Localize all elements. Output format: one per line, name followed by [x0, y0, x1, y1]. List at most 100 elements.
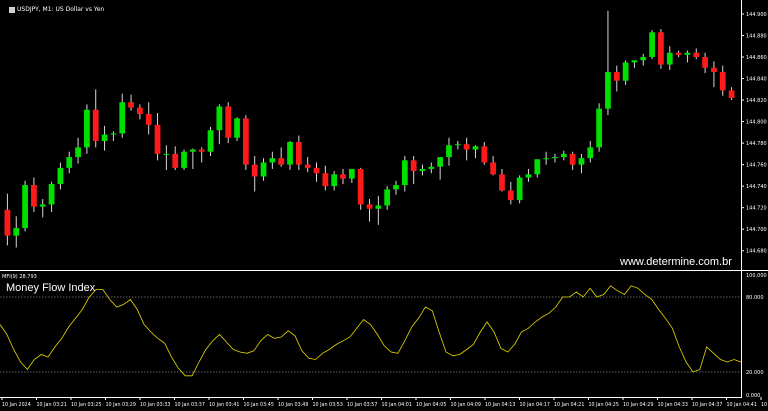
- candle-bear: [675, 52, 682, 55]
- price-tick-label: 144.780: [746, 141, 767, 147]
- time-tick-label: 10 Jan 04:37: [692, 402, 722, 408]
- time-tick-label: 10 Jan 03:41: [209, 402, 239, 408]
- candle-bear: [322, 173, 329, 187]
- time-tick-label: 10 Jan 04:45: [761, 402, 768, 408]
- time-tick-label: 10 Jan 04:29: [623, 402, 653, 408]
- time-tick-label: 10 Jan 03:29: [106, 402, 136, 408]
- candle-bull: [578, 158, 585, 165]
- candle-bull: [428, 166, 435, 169]
- candle-bull: [190, 149, 196, 152]
- candle-bull: [446, 145, 452, 158]
- candle-bear: [658, 32, 664, 65]
- candle-bull: [84, 109, 90, 148]
- candle-bull: [269, 158, 276, 163]
- symbol-label: USDJPY, M1: US Dollar vs Yen: [17, 6, 105, 13]
- candle-bull: [216, 106, 223, 131]
- candle-bull: [163, 153, 170, 155]
- candle-bull: [48, 183, 55, 205]
- candle-bear: [357, 168, 364, 205]
- mfi-tick-label: 80.000: [746, 295, 764, 301]
- candle-bull: [666, 52, 673, 65]
- candle-bear: [251, 164, 258, 177]
- candle-bull: [401, 160, 408, 186]
- candle-bear: [366, 204, 373, 209]
- candle-bear: [711, 67, 717, 73]
- candle-bull: [631, 60, 638, 63]
- candle-bear: [719, 72, 726, 91]
- candle-bull: [331, 174, 338, 187]
- time-tick-label: 10 Jan 2024: [2, 402, 31, 408]
- candle-bull: [57, 167, 64, 184]
- candle-bull: [605, 72, 611, 109]
- candle-bull: [534, 159, 541, 175]
- candle-bull: [181, 151, 187, 168]
- candle-bull: [75, 147, 81, 158]
- indicator-title: Money Flow Index: [6, 282, 96, 294]
- candle-bull: [384, 189, 391, 206]
- candle-bear: [198, 149, 205, 152]
- candle-bear: [507, 190, 514, 201]
- time-tick-label: 10 Jan 03:21: [37, 402, 67, 408]
- candle-bull: [622, 62, 629, 81]
- time-tick-label: 10 Jan 04:01: [382, 402, 412, 408]
- candle-bull: [393, 185, 399, 190]
- candle-bull: [516, 177, 523, 201]
- time-tick-label: 10 Jan 03:25: [71, 402, 101, 408]
- time-tick-label: 10 Jan 04:13: [485, 402, 515, 408]
- candle-bull: [419, 168, 426, 172]
- indicator-label: MFI(9) 28.793: [2, 274, 37, 280]
- candle-bear: [304, 164, 311, 168]
- candle-bull: [287, 142, 293, 165]
- candle-bear: [31, 185, 37, 207]
- candle-bear: [128, 102, 134, 108]
- candle-bear: [463, 144, 470, 150]
- candle-bull: [684, 52, 691, 55]
- candle-bear: [490, 162, 497, 175]
- price-tick-label: 144.720: [746, 206, 767, 212]
- price-tick-label: 144.860: [746, 55, 767, 61]
- candle-bear: [154, 124, 161, 154]
- mfi-tick-label: 100.000: [746, 273, 767, 279]
- time-tick-label: 10 Jan 03:53: [313, 402, 343, 408]
- price-tick-label: 144.820: [746, 98, 767, 104]
- candle-bull: [543, 158, 549, 160]
- candle-bear: [499, 174, 505, 191]
- candle-bull: [649, 32, 655, 58]
- time-tick-label: 10 Jan 03:37: [175, 402, 205, 408]
- candle-bear: [728, 90, 735, 98]
- candle-bear: [225, 106, 232, 138]
- candle-bear: [702, 57, 708, 68]
- candle-bull: [640, 57, 647, 61]
- candle-bear: [145, 114, 152, 125]
- time-tick-label: 10 Jan 03:33: [140, 402, 170, 408]
- time-tick-label: 10 Jan 04:05: [416, 402, 446, 408]
- candle-bull: [587, 147, 594, 159]
- candle-bull: [101, 134, 108, 141]
- price-tick-label: 144.880: [746, 34, 767, 40]
- time-tick-label: 10 Jan 03:57: [347, 402, 377, 408]
- candle-bull: [66, 157, 73, 168]
- price-tick-label: 144.900: [746, 12, 767, 18]
- candle-bull: [348, 168, 355, 179]
- time-tick-label: 10 Jan 04:25: [589, 402, 619, 408]
- candle-bull: [22, 185, 28, 229]
- candle-bear: [410, 160, 417, 172]
- candle-bull: [375, 205, 382, 209]
- mfi-series-line: [0, 285, 742, 377]
- candle-bull: [234, 118, 240, 138]
- mfi-axis: 100.000 80.000 20.000 0.000: [0, 273, 767, 399]
- candle-bull: [454, 144, 461, 146]
- time-tick-label: 10 Jan 04:21: [554, 402, 584, 408]
- price-tick-label: 144.700: [746, 227, 767, 233]
- time-tick-label: 10 Jan 03:45: [244, 402, 274, 408]
- candle-bear: [92, 109, 99, 141]
- price-tick-label: 144.740: [746, 184, 767, 190]
- candle-bear: [481, 146, 488, 163]
- time-tick-label: 10 Jan 04:09: [451, 402, 481, 408]
- price-tick-label: 144.760: [746, 163, 767, 169]
- candle-bull: [207, 130, 214, 152]
- candle-bull: [110, 133, 117, 135]
- price-tick-label: 144.800: [746, 120, 767, 126]
- candle-bear: [340, 174, 346, 179]
- candle-bull: [119, 102, 126, 134]
